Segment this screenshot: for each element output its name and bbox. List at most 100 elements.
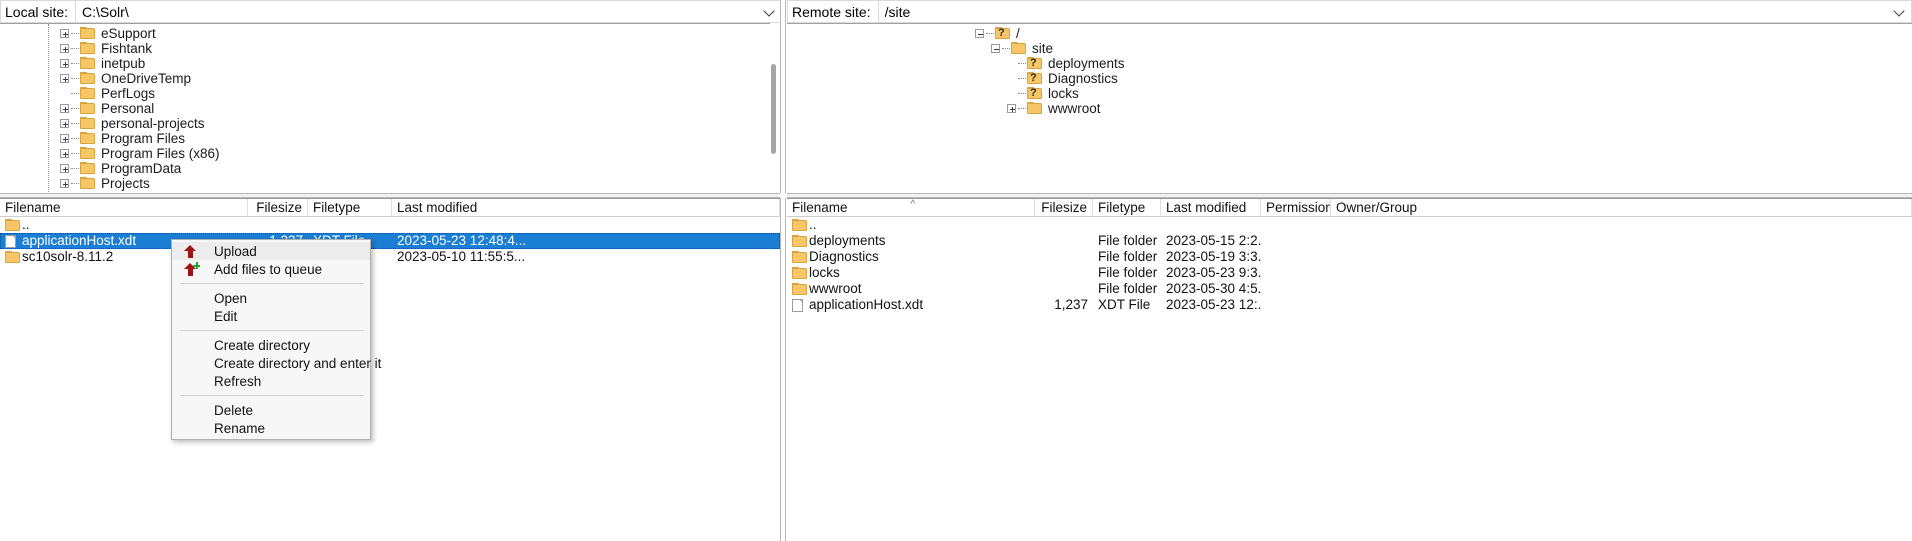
tree-item[interactable]: Fishtank [0,41,770,56]
tree-item[interactable]: personal-projects [0,116,770,131]
table-row[interactable]: locks File folder 2023-05-23 9:3... [787,265,1912,281]
tree-item[interactable]: site [787,41,1912,56]
tree-item-label: ProgramData [101,161,182,176]
tree-item[interactable]: ? / [787,26,1912,41]
column-header-filetype[interactable]: Filetype [1093,199,1161,216]
table-row[interactable]: wwwroot File folder 2023-05-30 4:5... [787,281,1912,297]
cell-modified: 2023-05-30 4:5... [1161,281,1261,297]
local-tree-scrollbar-thumb[interactable] [771,64,776,154]
cell-filesize: 1,237 [1035,297,1093,313]
cell-filetype: File folder [1093,233,1161,249]
table-row[interactable]: deployments File folder 2023-05-15 2:2... [787,233,1912,249]
tree-item[interactable]: PerfLogs [0,86,770,101]
expand-icon[interactable] [60,149,69,158]
table-row[interactable]: sc10solr-8.11.2 2023-05-10 11:55:5... [0,249,780,265]
local-site-path-combo[interactable]: C:\Solr\ [75,0,782,23]
folder-icon [80,102,96,115]
expand-icon[interactable] [60,164,69,173]
table-row[interactable]: Diagnostics File folder 2023-05-19 3:3... [787,249,1912,265]
tree-item[interactable]: Projects [0,176,770,191]
tree-item[interactable]: Personal [0,101,770,116]
tree-item-label: Personal [101,101,155,116]
column-header-filesize[interactable]: Filesize [1035,199,1093,216]
tree-connector [1018,63,1026,64]
remote-site-path-combo[interactable]: /site [877,0,1912,23]
tree-connector [71,63,79,64]
context-menu-item-create-directory[interactable]: Create directory [172,336,370,354]
expand-icon[interactable] [60,134,69,143]
tree-item[interactable]: ProgramData [0,161,770,176]
tree-item-label: site [1032,41,1054,56]
context-menu-item-edit[interactable]: Edit [172,307,370,325]
local-directory-tree[interactable]: eSupport Fishtank inetpub OneDriveTemp PerfL… [0,23,770,193]
table-row[interactable]: applicationHost.xdt1,237XDT File2023-05-… [0,233,780,249]
column-header-filename[interactable]: Filename ^ [787,199,1035,216]
table-row[interactable]: .. [0,217,780,233]
expand-icon[interactable] [60,59,69,68]
row-icon [792,234,809,248]
expand-icon[interactable] [60,29,69,38]
tree-item[interactable]: ? Diagnostics [787,71,1912,86]
folder-icon [792,218,808,232]
context-menu-item-create-directory-and-enter-it[interactable]: Create directory and enter it [172,354,381,372]
table-row[interactable]: applicationHost.xdt1,237XDT File2023-05-… [787,297,1912,313]
remote-directory-tree[interactable]: ? / site? deployments? Diagnostics? locks wwwr… [787,23,1912,193]
tree-item[interactable]: Program Files [0,131,770,146]
file-context-menu[interactable]: Upload Add files to queue Open Edit Create d… [171,239,381,440]
chevron-down-icon-remote[interactable] [1895,7,1904,16]
top-pane-splitter[interactable] [780,0,786,193]
local-file-list[interactable]: Filename Filesize Filetype Last modified ..… [0,198,780,541]
bottom-pane-splitter[interactable] [780,198,786,541]
column-header-owner-group[interactable]: Owner/Group [1331,199,1912,216]
tree-item-label: Program Files [101,131,186,146]
chevron-down-icon[interactable] [765,7,774,16]
collapse-icon[interactable] [991,44,1000,53]
expand-icon[interactable] [60,74,69,83]
column-header-last-modified[interactable]: Last modified [1161,199,1261,216]
tree-item[interactable]: ? deployments [787,56,1912,71]
cell-text: 2023-05-10 11:55:5... [397,249,526,264]
context-menu-item-refresh[interactable]: Refresh [172,372,370,390]
tree-item[interactable]: inetpub [0,56,770,71]
cell-text: applicationHost.xdt [22,233,137,248]
context-menu-item-open[interactable]: Open [172,289,370,307]
expand-icon[interactable] [60,44,69,53]
expand-icon[interactable] [1007,104,1016,113]
folder-icon [80,42,96,55]
tree-item[interactable]: Program Files (x86) [0,146,770,161]
context-menu-item-rename[interactable]: Rename [172,419,370,437]
tree-item[interactable]: OneDriveTemp [0,71,770,86]
column-header-label: Filetype [313,200,361,215]
tree-item-label: Fishtank [101,41,153,56]
cell-modified: 2023-05-23 9:3... [1161,265,1261,281]
column-header-permissions[interactable]: Permissions [1261,199,1331,216]
column-header-last-modified[interactable]: Last modified [392,199,780,216]
table-row[interactable]: .. [787,217,1912,233]
context-menu-item-upload[interactable]: Upload [172,242,370,260]
collapse-icon[interactable] [975,29,984,38]
context-menu-item-label: Refresh [214,373,262,389]
tree-connector [71,183,79,184]
expand-icon[interactable] [60,119,69,128]
expand-icon[interactable] [60,179,69,188]
tree-item[interactable]: wwwroot [787,101,1912,116]
column-header-filename[interactable]: Filename [0,199,248,216]
remote-file-list[interactable]: Filename ^ Filesize Filetype Last modified Pe… [787,198,1912,541]
local-tree-scrollbar[interactable] [768,24,779,193]
folder-icon [792,234,808,248]
tree-item[interactable]: eSupport [0,26,770,41]
remote-site-label: Remote site: [787,0,878,23]
tree-connector [71,153,79,154]
remote-file-list-rows: .. deployments File folder 2023-05-15 2:2..… [787,217,1912,313]
folder-icon [792,266,808,280]
context-menu-item-delete[interactable]: Delete [172,401,370,419]
expand-icon[interactable] [60,104,69,113]
context-menu-item-add-files-to-queue[interactable]: Add files to queue [172,260,370,278]
column-header-filetype[interactable]: Filetype [308,199,392,216]
cell-text: 2023-05-30 4:5... [1166,281,1261,296]
tree-connector [71,78,79,79]
column-header-filesize[interactable]: Filesize [248,199,308,216]
tree-item[interactable]: ? locks [787,86,1912,101]
sort-ascending-icon: ^ [910,199,916,210]
